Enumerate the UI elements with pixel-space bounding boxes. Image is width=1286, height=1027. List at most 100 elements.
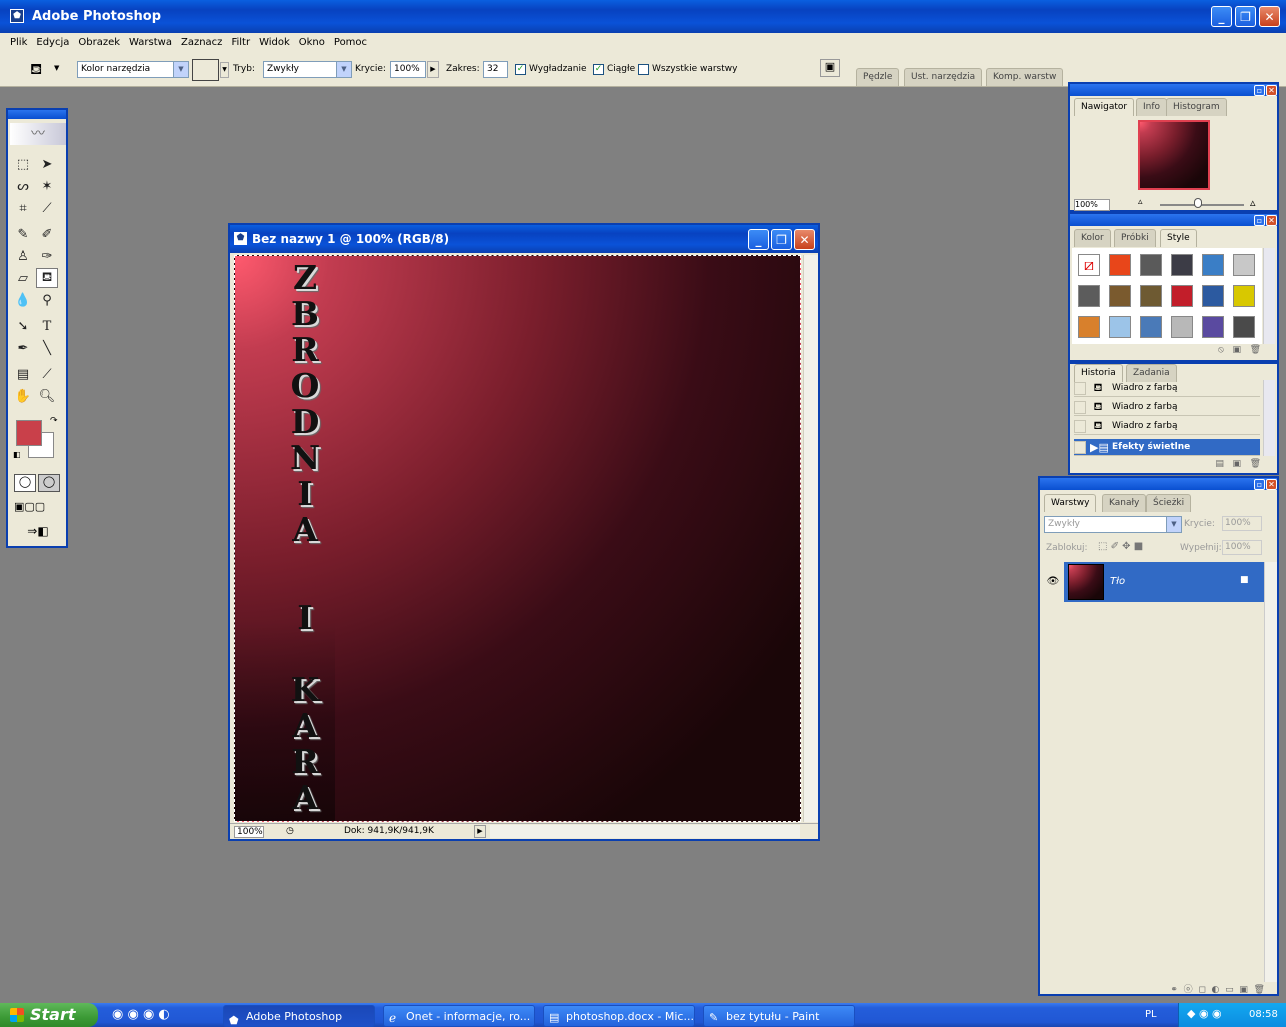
horizontal-scrollbar[interactable]	[490, 825, 800, 838]
tab-info[interactable]: Info	[1136, 98, 1168, 116]
style-swatch[interactable]	[1078, 285, 1100, 307]
paint-bucket-tool-icon[interactable]: ⛾	[36, 268, 58, 288]
screen-mode-buttons[interactable]: ▣▢▢	[14, 500, 62, 516]
layer-name[interactable]: Tło	[1110, 576, 1125, 587]
tab-paths[interactable]: Ścieżki	[1146, 494, 1192, 512]
tolerance-input[interactable]: 32	[483, 61, 508, 78]
antialias-checkbox[interactable]: ✓	[515, 64, 526, 75]
quick-mask-button[interactable]: ◯	[38, 474, 60, 492]
path-selection-tool-icon[interactable]: ➘	[12, 316, 34, 336]
palette-close-button[interactable]: ✕	[1266, 85, 1277, 96]
zoom-slider-thumb[interactable]	[1194, 198, 1202, 208]
file-browser-icon[interactable]: ▣	[820, 59, 840, 77]
toolbox-title-bar[interactable]	[8, 110, 66, 119]
all-layers-checkbox[interactable]	[638, 64, 649, 75]
default-colors-icon[interactable]: ◧	[13, 450, 21, 459]
jump-to-imageready-button[interactable]: ⇒◧	[14, 524, 62, 542]
zoom-field[interactable]: 100%	[234, 826, 264, 838]
notes-tool-icon[interactable]: ▤	[12, 364, 34, 384]
doc-maximize-button[interactable]: ❐	[771, 229, 792, 250]
tab-swatches[interactable]: Próbki	[1114, 229, 1156, 247]
style-swatch[interactable]	[1202, 285, 1224, 307]
well-tab-tool-presets[interactable]: Ust. narzędzia	[904, 68, 983, 86]
style-swatch[interactable]	[1140, 285, 1162, 307]
style-swatch[interactable]	[1233, 316, 1255, 338]
layer-row[interactable]: 👁︎ Tło ■	[1042, 562, 1264, 602]
menu-pomoc[interactable]: Pomoc	[334, 37, 367, 48]
status-icon[interactable]: ◷	[286, 826, 294, 836]
history-brush-tool-icon[interactable]: ✑	[36, 246, 58, 266]
foreground-color-swatch[interactable]	[16, 420, 42, 446]
document-title-bar[interactable]: ⬟ Bez nazwy 1 @ 100% (RGB/8) _ ❐ ✕	[230, 225, 818, 253]
style-swatch[interactable]	[1202, 254, 1224, 276]
zoom-slider[interactable]	[1160, 204, 1244, 206]
style-swatch[interactable]	[1233, 254, 1255, 276]
tray-icons[interactable]: ◆ ◉ ◉	[1187, 1007, 1222, 1020]
style-swatch[interactable]	[1171, 316, 1193, 338]
clone-stamp-tool-icon[interactable]: ♙	[12, 246, 34, 266]
magic-wand-tool-icon[interactable]: ✶	[36, 176, 58, 196]
tab-styles[interactable]: Style	[1160, 229, 1197, 247]
doc-close-button[interactable]: ✕	[794, 229, 815, 250]
type-tool-icon[interactable]: T	[36, 316, 58, 336]
crop-tool-icon[interactable]: ⌗	[12, 198, 34, 218]
menu-edycja[interactable]: Edycja	[36, 37, 69, 48]
fill-value[interactable]: 100%	[1222, 540, 1262, 555]
pen-tool-icon[interactable]: ✒	[12, 338, 34, 358]
history-source-checkbox[interactable]	[1074, 440, 1086, 454]
style-swatch[interactable]	[1171, 254, 1193, 276]
slice-tool-icon[interactable]: ⟋	[36, 198, 58, 218]
menu-obrazek[interactable]: Obrazek	[78, 37, 120, 48]
palette-title-bar[interactable]	[1070, 214, 1277, 226]
layers-scrollbar[interactable]	[1264, 562, 1277, 982]
taskbar-item-browser[interactable]: ℯ Onet - informacje, ro...	[383, 1005, 535, 1027]
minimize-button[interactable]: _	[1211, 6, 1232, 27]
blend-mode-select[interactable]: Zwykły ▼	[1044, 516, 1182, 533]
tab-navigator[interactable]: Nawigator	[1074, 98, 1135, 116]
menu-zaznacz[interactable]: Zaznacz	[181, 37, 222, 48]
history-item[interactable]: ⛾ Wiadro z farbą	[1074, 380, 1260, 397]
language-indicator[interactable]: PL	[1145, 1009, 1157, 1020]
brush-tool-icon[interactable]: ✐	[36, 224, 58, 244]
status-menu-arrow-icon[interactable]: ▶	[474, 825, 486, 838]
menu-plik[interactable]: Plik	[10, 37, 27, 48]
style-swatch[interactable]	[1109, 316, 1131, 338]
taskbar-item-paint[interactable]: ✎ bez tytułu - Paint	[703, 1005, 855, 1027]
contiguous-checkbox[interactable]: ✓	[593, 64, 604, 75]
style-swatch[interactable]	[1078, 316, 1100, 338]
zoom-out-icon[interactable]: ▵	[1138, 197, 1143, 207]
palette-minimize-button[interactable]: ▫	[1254, 215, 1265, 226]
taskbar-item-word[interactable]: ▤ photoshop.docx - Mic...	[543, 1005, 695, 1027]
start-button[interactable]: Start	[0, 1003, 98, 1027]
style-swatch[interactable]	[1109, 254, 1131, 276]
history-source-checkbox[interactable]	[1074, 419, 1086, 433]
palette-close-button[interactable]: ✕	[1266, 215, 1277, 226]
menu-warstwa[interactable]: Warstwa	[129, 37, 172, 48]
tab-layers[interactable]: Warstwy	[1044, 494, 1097, 512]
tab-channels[interactable]: Kanały	[1102, 494, 1147, 512]
layer-opacity-value[interactable]: 100%	[1222, 516, 1262, 531]
tab-color[interactable]: Kolor	[1074, 229, 1111, 247]
palette-title-bar[interactable]	[1070, 84, 1277, 96]
palette-title-bar[interactable]	[1040, 478, 1277, 490]
opacity-input[interactable]: 100%	[390, 61, 426, 78]
well-tab-brushes[interactable]: Pędzle	[856, 68, 900, 86]
history-item-selected[interactable]: ▶▤ Efekty świetlne	[1074, 439, 1260, 456]
palette-minimize-button[interactable]: ▫	[1254, 479, 1265, 490]
menu-filtr[interactable]: Filtr	[231, 37, 250, 48]
history-item[interactable]: ⛾ Wiadro z farbą	[1074, 399, 1260, 416]
close-button[interactable]: ✕	[1259, 6, 1280, 27]
vertical-scrollbar[interactable]	[803, 255, 818, 822]
eye-icon[interactable]: 👁︎	[1042, 562, 1064, 602]
history-scrollbar[interactable]	[1263, 380, 1275, 456]
mode-select[interactable]: Zwykły ▼	[263, 61, 352, 78]
styles-scrollbar[interactable]	[1263, 248, 1275, 344]
menu-widok[interactable]: Widok	[259, 37, 290, 48]
history-source-checkbox[interactable]	[1074, 400, 1086, 414]
palette-minimize-button[interactable]: ▫	[1254, 85, 1265, 96]
quicklaunch-icons[interactable]: ◉ ◉ ◉ ◐	[112, 1007, 170, 1022]
maximize-button[interactable]: ❐	[1235, 6, 1256, 27]
marquee-tool-icon[interactable]: ⬚	[12, 154, 34, 174]
style-swatch[interactable]	[1140, 254, 1162, 276]
eraser-tool-icon[interactable]: ▱	[12, 268, 34, 288]
